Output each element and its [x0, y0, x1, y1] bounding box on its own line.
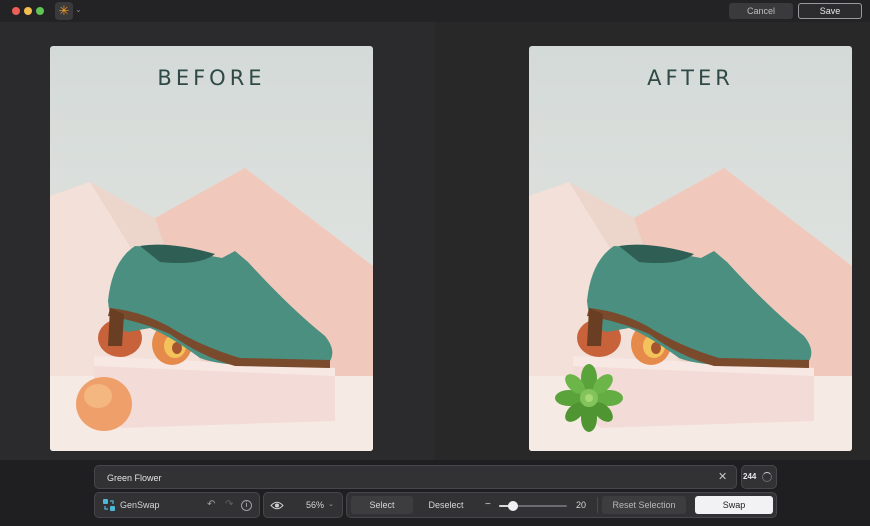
redo-icon[interactable]: ↷ [225, 498, 233, 512]
title-bar: ✳ ⌄ Cancel Save [0, 0, 870, 22]
select-button[interactable]: Select [351, 496, 413, 514]
before-label: BEFORE [157, 66, 266, 90]
chevron-down-icon[interactable]: ⌄ [328, 500, 334, 508]
cancel-button[interactable]: Cancel [729, 3, 793, 19]
chevron-down-icon[interactable]: ⌄ [75, 5, 82, 14]
eye-icon[interactable] [270, 501, 284, 510]
selection-group: Select Deselect − 20 Reset Selection Swa… [346, 492, 777, 518]
info-icon[interactable]: i [241, 500, 252, 511]
view-group: 56% ⌄ [263, 492, 343, 518]
before-image: BEFORE [50, 46, 373, 451]
slider-handle[interactable] [507, 501, 518, 511]
save-button[interactable]: Save [798, 3, 862, 19]
spinner-icon [762, 472, 772, 482]
close-window-button[interactable] [12, 7, 20, 15]
brush-size-value: 20 [576, 500, 587, 510]
sparkle-icon[interactable]: ✳ [55, 2, 73, 20]
bottom-toolbar: ✕ 244 GenSwap ↶ ↷ i 56% ⌄ [0, 460, 870, 526]
comparison-canvas: BEFORE AFTER [0, 22, 870, 460]
prompt-input[interactable] [107, 470, 687, 486]
zoom-level[interactable]: 56% [306, 500, 324, 510]
swap-button[interactable]: Swap [695, 496, 773, 514]
undo-icon[interactable]: ↶ [207, 498, 215, 512]
after-image: AFTER [529, 46, 852, 451]
credits-count: 244 [743, 472, 757, 481]
tool-group: GenSwap ↶ ↷ i [94, 492, 260, 518]
tool-name: GenSwap [120, 500, 160, 510]
app-window: ✳ ⌄ Cancel Save BEFORE AFTER Green Flowe… [0, 0, 870, 526]
zoom-window-button[interactable] [36, 7, 44, 15]
close-icon[interactable]: ✕ [718, 470, 727, 484]
divider [597, 497, 598, 513]
deselect-button[interactable]: Deselect [415, 496, 477, 514]
genswap-icon [103, 499, 115, 511]
credits-indicator: 244 [741, 465, 777, 489]
minimize-window-button[interactable] [24, 7, 32, 15]
prompt-bar: ✕ [94, 465, 737, 489]
after-label: AFTER [647, 66, 734, 90]
reset-selection-button[interactable]: Reset Selection [602, 496, 686, 514]
minus-icon: − [485, 499, 491, 510]
